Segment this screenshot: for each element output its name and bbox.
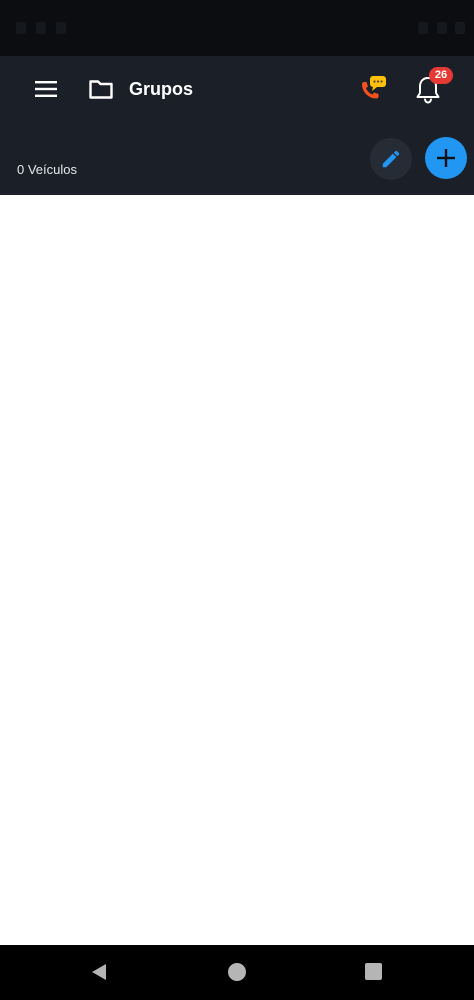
phone-chat-icon <box>362 76 386 99</box>
groups-list <box>0 195 474 945</box>
page-title: Grupos <box>129 79 194 99</box>
vehicle-count: 0 Veículos <box>17 162 77 177</box>
status-icon <box>455 22 465 34</box>
call-chat-button[interactable] <box>354 72 390 108</box>
back-icon[interactable] <box>89 962 109 982</box>
status-icon <box>56 22 66 34</box>
notification-badge: 26 <box>429 67 453 84</box>
status-icon <box>418 22 428 34</box>
plus-icon <box>437 149 455 167</box>
status-icon <box>437 22 447 34</box>
status-icon <box>36 22 46 34</box>
menu-icon <box>35 81 57 97</box>
edit-button[interactable] <box>370 138 412 180</box>
menu-button[interactable] <box>30 76 62 102</box>
status-bar <box>0 0 474 56</box>
pencil-icon <box>382 150 400 168</box>
status-icon <box>16 22 26 34</box>
folder-icon <box>89 80 113 99</box>
home-button[interactable] <box>228 963 246 981</box>
add-button[interactable] <box>425 137 467 179</box>
recents-button[interactable] <box>365 963 382 980</box>
